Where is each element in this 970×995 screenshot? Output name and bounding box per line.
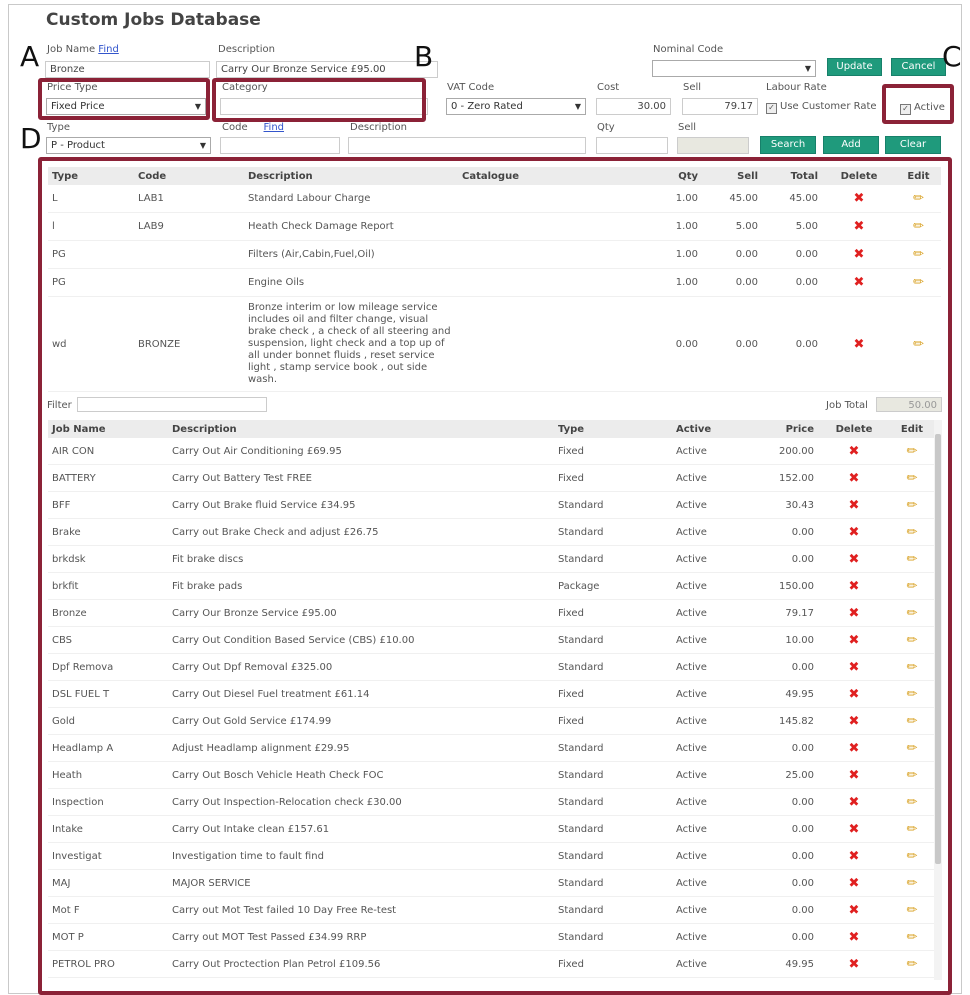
type-select[interactable]: P - Product ▼: [46, 137, 211, 154]
annotation-letter-d: D: [20, 122, 42, 155]
code-input[interactable]: [220, 137, 340, 154]
labour-rate-label: Labour Rate: [766, 82, 827, 93]
chevron-down-icon: ▼: [804, 64, 811, 73]
annotation-letter-c: C: [942, 40, 962, 73]
qty-input[interactable]: [596, 137, 668, 154]
description2-label: Description: [350, 122, 407, 133]
sell-label: Sell: [683, 82, 702, 93]
checkbox-checked-icon: ✓: [766, 103, 777, 114]
add-button[interactable]: Add: [823, 136, 879, 154]
cost-label: Cost: [597, 82, 620, 93]
annotation-letter-a: A: [20, 40, 40, 73]
page-title: Custom Jobs Database: [46, 10, 261, 30]
type-label: Type: [47, 122, 70, 133]
annotation-letter-b: B: [414, 40, 434, 73]
description2-input[interactable]: [348, 137, 586, 154]
update-button[interactable]: Update: [827, 58, 882, 76]
clear-button[interactable]: Clear: [885, 136, 941, 154]
nominal-code-select[interactable]: ▼: [652, 60, 816, 77]
sell2-label: Sell: [678, 122, 697, 133]
cost-input[interactable]: 30.00: [596, 98, 671, 115]
vat-code-select[interactable]: 0 - Zero Rated ▼: [446, 98, 586, 115]
description-input[interactable]: Carry Our Bronze Service £95.00: [216, 61, 438, 78]
annotation-box-a: [38, 78, 210, 120]
chevron-down-icon: ▼: [199, 141, 206, 150]
qty-label: Qty: [597, 122, 615, 133]
search-button[interactable]: Search: [760, 136, 816, 154]
job-name-label: Job Name Find: [47, 44, 119, 55]
job-name-input[interactable]: Bronze: [45, 61, 210, 78]
vat-code-value: 0 - Zero Rated: [451, 101, 523, 112]
cancel-button[interactable]: Cancel: [891, 58, 946, 76]
annotation-box-b: [212, 78, 426, 122]
vat-code-label: VAT Code: [447, 82, 495, 93]
sell2-input: [677, 137, 749, 154]
annotation-box-d: [38, 157, 952, 995]
use-customer-rate-checkbox[interactable]: ✓ Use Customer Rate: [766, 101, 877, 114]
type-value: P - Product: [51, 140, 105, 151]
code-find-link[interactable]: Find: [264, 122, 285, 133]
code-label: Code Find: [222, 122, 285, 133]
annotation-box-c: [882, 84, 954, 124]
find-link[interactable]: Find: [98, 44, 119, 55]
chevron-down-icon: ▼: [574, 102, 581, 111]
nominal-code-label: Nominal Code: [653, 44, 724, 55]
description-label: Description: [218, 44, 275, 55]
sell-input[interactable]: 79.17: [682, 98, 758, 115]
use-customer-rate-label: Use Customer Rate: [780, 101, 877, 112]
